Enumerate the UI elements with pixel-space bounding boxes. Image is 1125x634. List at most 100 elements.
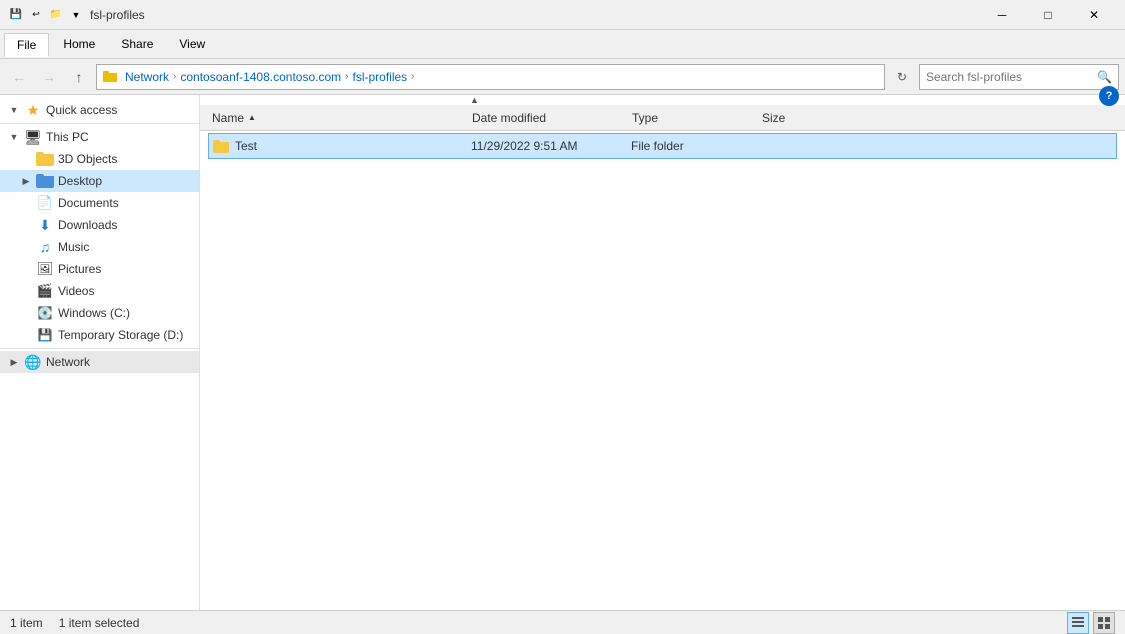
up-button[interactable]: ↑ — [66, 64, 92, 90]
name-sort-arrow: ▲ — [248, 113, 256, 122]
file-folder-icon — [211, 136, 231, 156]
status-bar: 1 item 1 item selected — [0, 610, 1125, 634]
3d-objects-icon — [36, 150, 54, 168]
music-label: Music — [58, 240, 89, 254]
status-bar-right — [1067, 612, 1115, 634]
pictures-icon: 🖼 — [36, 260, 54, 278]
maximize-button[interactable]: □ — [1025, 0, 1071, 30]
table-row[interactable]: Test 11/29/2022 9:51 AM File folder — [208, 133, 1117, 159]
network-icon: 🌐 — [24, 353, 42, 371]
this-pc-icon: 🖥 — [24, 128, 42, 146]
column-header-type[interactable]: Type — [628, 109, 758, 127]
tab-file[interactable]: File — [4, 33, 49, 57]
music-icon: ♫ — [36, 238, 54, 256]
tab-home[interactable]: Home — [51, 33, 107, 55]
sidebar-item-quick-access[interactable]: ▼ ★ Quick access — [0, 99, 199, 121]
file-type: File folder — [631, 139, 761, 153]
toolbar: ← → ↑ Network › contosoanf-1408.contoso.… — [0, 59, 1125, 95]
sidebar-item-temp-d[interactable]: 💾 Temporary Storage (D:) — [0, 324, 199, 346]
ribbon: File Home Share View ? — [0, 30, 1125, 59]
main-layout: ▼ ★ Quick access ▼ 🖥 This PC 3D Objects … — [0, 95, 1125, 610]
breadcrumb-sep3: › — [411, 71, 414, 82]
quick-access-label: Quick access — [46, 103, 117, 117]
file-date: 11/29/2022 9:51 AM — [471, 139, 631, 153]
status-bar-left: 1 item 1 item selected — [10, 616, 139, 630]
separator-1 — [0, 123, 199, 124]
sidebar-item-pictures[interactable]: 🖼 Pictures — [0, 258, 199, 280]
sidebar-item-network[interactable]: ▶ 🌐 Network — [0, 351, 199, 373]
breadcrumb-network[interactable]: Network — [125, 70, 169, 84]
tab-share[interactable]: Share — [109, 33, 165, 55]
address-bar[interactable]: Network › contosoanf-1408.contoso.com › … — [96, 64, 885, 90]
sidebar-item-desktop[interactable]: ▶ Desktop — [0, 170, 199, 192]
videos-icon: 🎬 — [36, 282, 54, 300]
desktop-label: Desktop — [58, 174, 102, 188]
close-button[interactable]: ✕ — [1071, 0, 1117, 30]
undo-icon: ↩ — [28, 7, 44, 23]
window-title: fsl-profiles — [90, 8, 145, 22]
breadcrumb-sep1: › — [173, 71, 176, 82]
separator-2 — [0, 348, 199, 349]
column-header-date[interactable]: Date modified — [468, 109, 628, 127]
column-headers: Name ▲ Date modified Type Size — [200, 105, 1125, 131]
selection-count: 1 item selected — [59, 616, 140, 630]
title-bar-icons: 💾 ↩ 📁 ▼ — [8, 7, 84, 23]
quick-access-star-icon: ★ — [24, 101, 42, 119]
sidebar-item-music[interactable]: ♫ Music — [0, 236, 199, 258]
refresh-button[interactable]: ↻ — [889, 64, 915, 90]
tab-view[interactable]: View — [167, 33, 217, 55]
windows-c-icon: 💽 — [36, 304, 54, 322]
title-bar-controls: ─ □ ✕ — [979, 0, 1117, 30]
sidebar-item-downloads[interactable]: ⬇ Downloads — [0, 214, 199, 236]
folder-title-icon: 📁 — [48, 7, 64, 23]
minimize-button[interactable]: ─ — [979, 0, 1025, 30]
downloads-label: Downloads — [58, 218, 117, 232]
sidebar-item-3d-objects[interactable]: 3D Objects — [0, 148, 199, 170]
view-large-icons-button[interactable] — [1093, 612, 1115, 634]
column-header-name[interactable]: Name ▲ — [208, 109, 468, 127]
breadcrumb-sep2: › — [345, 71, 348, 82]
title-bar: 💾 ↩ 📁 ▼ fsl-profiles ─ □ ✕ — [0, 0, 1125, 30]
sidebar-item-documents[interactable]: 📄 Documents — [0, 192, 199, 214]
breadcrumb-server[interactable]: contosoanf-1408.contoso.com — [180, 70, 341, 84]
content-area: ▲ Name ▲ Date modified Type Size — [200, 95, 1125, 610]
sort-indicator-area: ▲ — [200, 95, 1125, 105]
breadcrumb-folder[interactable]: fsl-profiles — [352, 70, 407, 84]
search-input[interactable] — [926, 70, 1093, 84]
sort-up-arrow: ▲ — [470, 95, 479, 105]
desktop-expand-icon: ▶ — [20, 176, 32, 187]
documents-label: Documents — [58, 196, 119, 210]
forward-button[interactable]: → — [36, 64, 62, 90]
search-box[interactable]: 🔍 — [919, 64, 1119, 90]
network-label: Network — [46, 355, 90, 369]
this-pc-expand-icon: ▼ — [8, 132, 20, 142]
breadcrumb-folder-icon — [103, 71, 117, 82]
file-name: Test — [235, 139, 471, 153]
pictures-label: Pictures — [58, 262, 101, 276]
this-pc-label: This PC — [46, 130, 89, 144]
view-details-icon — [1072, 617, 1084, 629]
view-details-button[interactable] — [1067, 612, 1089, 634]
network-expand-icon: ▶ — [8, 357, 20, 368]
windows-c-label: Windows (C:) — [58, 306, 130, 320]
view-large-icons-icon — [1098, 617, 1110, 629]
dropdown-arrow-icon[interactable]: ▼ — [68, 7, 84, 23]
sidebar-item-this-pc[interactable]: ▼ 🖥 This PC — [0, 126, 199, 148]
videos-label: Videos — [58, 284, 94, 298]
sidebar-item-videos[interactable]: 🎬 Videos — [0, 280, 199, 302]
file-list: Test 11/29/2022 9:51 AM File folder — [200, 131, 1125, 610]
downloads-icon: ⬇ — [36, 216, 54, 234]
3d-objects-label: 3D Objects — [58, 152, 117, 166]
desktop-folder-icon — [36, 172, 54, 190]
sidebar-item-windows-c[interactable]: 💽 Windows (C:) — [0, 302, 199, 324]
sidebar: ▼ ★ Quick access ▼ 🖥 This PC 3D Objects … — [0, 95, 200, 610]
column-header-size[interactable]: Size — [758, 109, 838, 127]
search-icon[interactable]: 🔍 — [1097, 70, 1112, 84]
item-count: 1 item — [10, 616, 43, 630]
temp-d-label: Temporary Storage (D:) — [58, 328, 183, 342]
back-button[interactable]: ← — [6, 64, 32, 90]
documents-icon: 📄 — [36, 194, 54, 212]
title-bar-left: 💾 ↩ 📁 ▼ fsl-profiles — [8, 7, 145, 23]
help-button[interactable]: ? — [1099, 86, 1119, 106]
ribbon-tabs: File Home Share View — [0, 30, 1125, 58]
